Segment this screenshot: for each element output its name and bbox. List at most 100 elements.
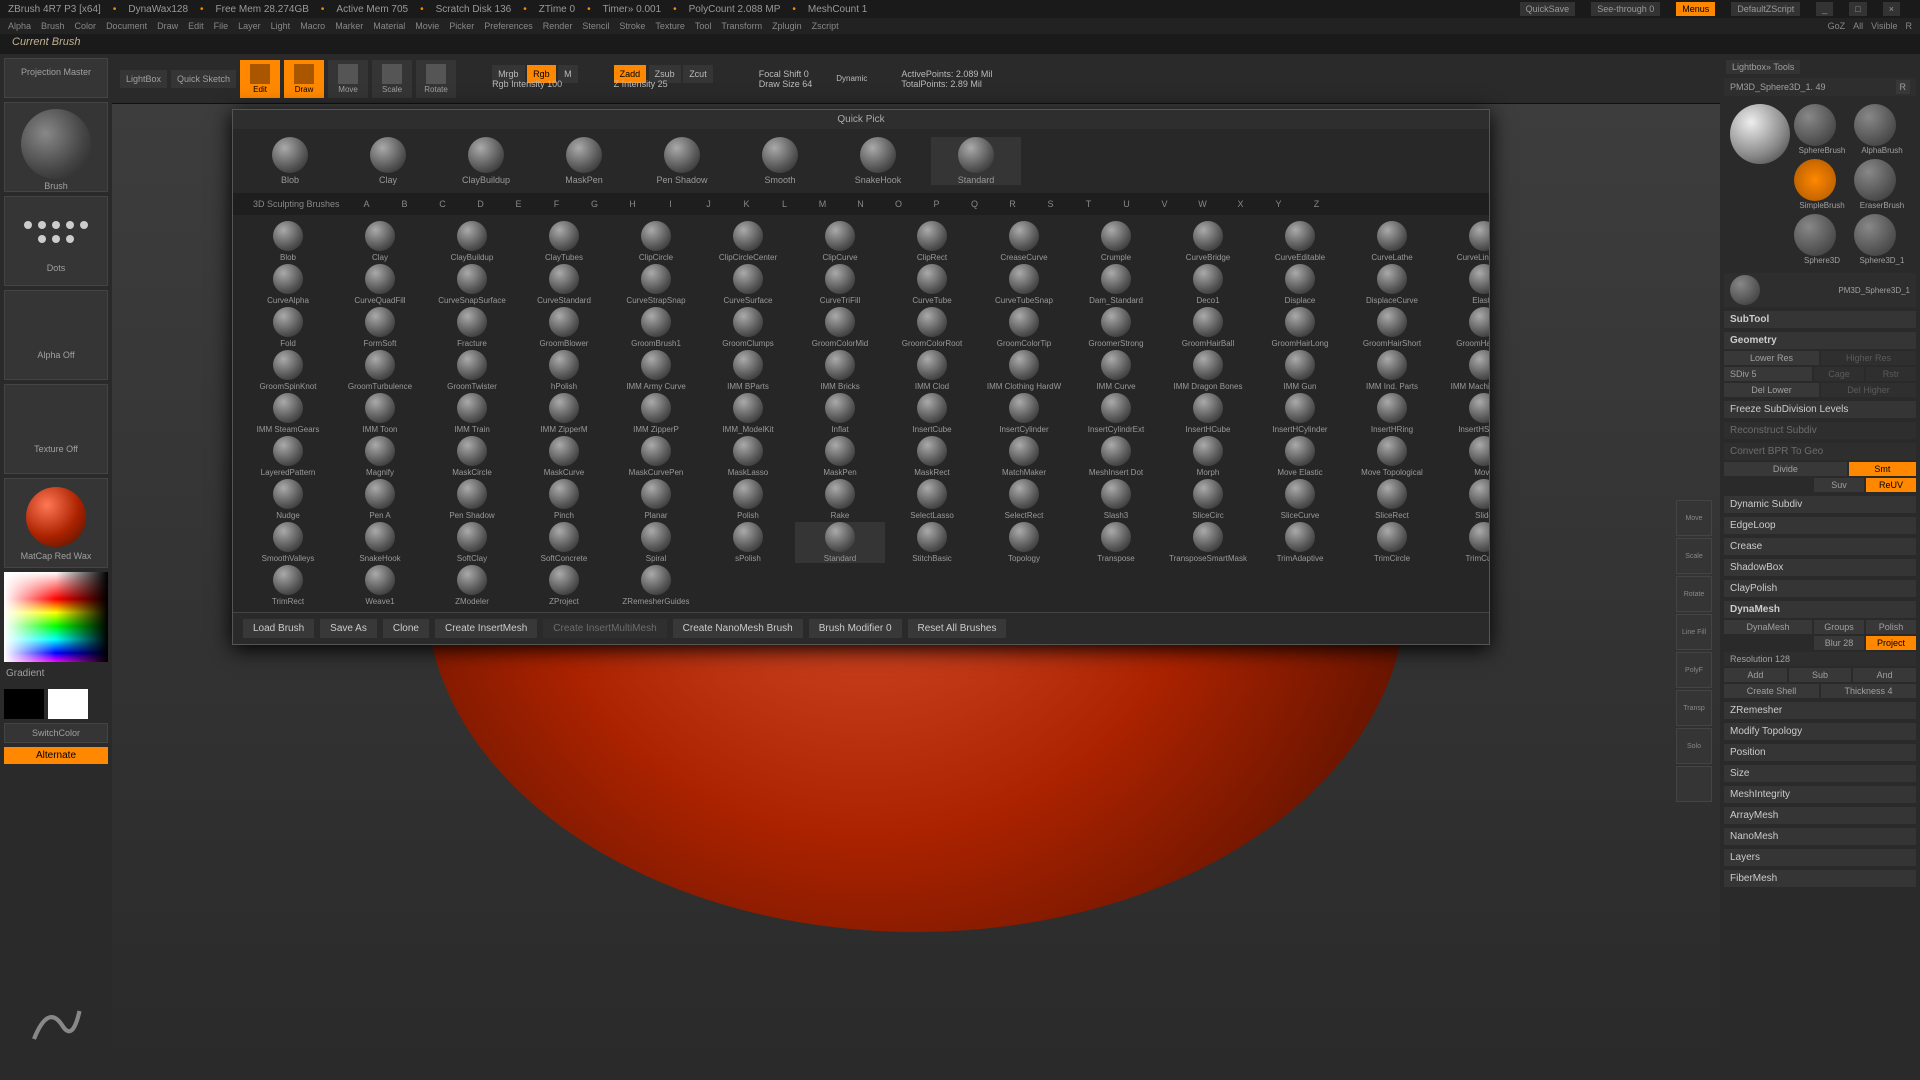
quickpick-brush[interactable]: Clay: [343, 137, 433, 185]
brush-item[interactable]: GroomerStrong: [1071, 307, 1161, 348]
smt-button[interactable]: Smt: [1849, 462, 1916, 476]
position-section[interactable]: Position: [1724, 744, 1916, 761]
alpha-letter[interactable]: H: [614, 195, 652, 213]
alpha-letter[interactable]: S: [1032, 195, 1070, 213]
menu-item[interactable]: Macro: [300, 21, 325, 31]
crease-section[interactable]: Crease: [1724, 538, 1916, 555]
brush-item[interactable]: Inflat: [795, 393, 885, 434]
alpha-letter[interactable]: X: [1222, 195, 1260, 213]
geometry-section[interactable]: Geometry: [1724, 332, 1916, 349]
brush-item[interactable]: MaskCircle: [427, 436, 517, 477]
brush-item[interactable]: Topology: [979, 522, 1069, 563]
tool-icon[interactable]: [1794, 214, 1836, 256]
brush-item[interactable]: SmoothValleys: [243, 522, 333, 563]
brush-item[interactable]: Dam_Standard: [1071, 264, 1161, 305]
projection-master-button[interactable]: Projection Master: [9, 63, 103, 93]
window-min-button[interactable]: _: [1816, 2, 1833, 16]
alpha-letter[interactable]: G: [576, 195, 614, 213]
menu-item[interactable]: Render: [543, 21, 573, 31]
edgeloop-section[interactable]: EdgeLoop: [1724, 517, 1916, 534]
fibermesh-section[interactable]: FiberMesh: [1724, 870, 1916, 887]
brush-item[interactable]: GroomSpinKnot: [243, 350, 333, 391]
brush-item[interactable]: Elastic: [1439, 264, 1489, 305]
menu-item[interactable]: Stroke: [619, 21, 645, 31]
texture-slot[interactable]: Texture Off: [4, 384, 108, 474]
brush-item[interactable]: GroomColorTip: [979, 307, 1069, 348]
brush-item[interactable]: Pen A: [335, 479, 425, 520]
alpha-letter[interactable]: L: [766, 195, 804, 213]
brush-item[interactable]: Blob: [243, 221, 333, 262]
menu-item[interactable]: Stencil: [582, 21, 609, 31]
quickpick-brush[interactable]: Pen Shadow: [637, 137, 727, 185]
quicksave-button[interactable]: QuickSave: [1520, 2, 1576, 16]
tool-icon[interactable]: [1854, 214, 1896, 256]
defaultzscript-button[interactable]: DefaultZScript: [1731, 2, 1800, 16]
tool-icon[interactable]: [1794, 159, 1836, 201]
menus-button[interactable]: Menus: [1676, 2, 1715, 16]
menu-item[interactable]: Document: [106, 21, 147, 31]
canvas-side-button[interactable]: Scale: [1676, 538, 1712, 574]
brush-item[interactable]: ClipCurve: [795, 221, 885, 262]
draw-size-slider[interactable]: Draw Size 64: [759, 79, 813, 89]
quickpick-brush[interactable]: Blob: [245, 137, 335, 185]
brush-item[interactable]: IMM Clothing HardW: [979, 350, 1069, 391]
brush-item[interactable]: Pinch: [519, 479, 609, 520]
brush-item[interactable]: CurveLathe: [1347, 221, 1437, 262]
brush-item[interactable]: ClipCircleCenter: [703, 221, 793, 262]
brush-item[interactable]: Fold: [243, 307, 333, 348]
brush-item[interactable]: Nudge: [243, 479, 333, 520]
brush-item[interactable]: Weave1: [335, 565, 425, 606]
brush-item[interactable]: Magnify: [335, 436, 425, 477]
brush-item[interactable]: MaskCurve: [519, 436, 609, 477]
menu-item[interactable]: Alpha: [8, 21, 31, 31]
brush-item[interactable]: TrimCircle: [1347, 522, 1437, 563]
alpha-letter[interactable]: N: [842, 195, 880, 213]
brush-item[interactable]: Move Elastic: [1255, 436, 1345, 477]
subtool-section[interactable]: SubTool: [1724, 311, 1916, 328]
brush-item[interactable]: ZModeler: [427, 565, 517, 606]
brush-item[interactable]: TrimAdaptive: [1255, 522, 1345, 563]
quickpick-brush[interactable]: Standard: [931, 137, 1021, 185]
nanomesh-section[interactable]: NanoMesh: [1724, 828, 1916, 845]
alpha-letter[interactable]: Z: [1298, 195, 1336, 213]
brush-item[interactable]: IMM MachineParts: [1439, 350, 1489, 391]
suv-button[interactable]: Suv: [1814, 478, 1864, 492]
brush-item[interactable]: CurveTriFill: [795, 264, 885, 305]
rotate-button[interactable]: Rotate: [416, 60, 456, 98]
polish-button[interactable]: Polish: [1866, 620, 1916, 634]
menu-item[interactable]: Zplugin: [772, 21, 802, 31]
brush-item[interactable]: Rake: [795, 479, 885, 520]
meshintegrity-section[interactable]: MeshIntegrity: [1724, 786, 1916, 803]
brush-item[interactable]: InsertCylinder: [979, 393, 1069, 434]
tool-icon[interactable]: [1854, 159, 1896, 201]
alternate-button[interactable]: Alternate: [4, 747, 108, 764]
menu-item[interactable]: Draw: [157, 21, 178, 31]
alpha-letter[interactable]: P: [918, 195, 956, 213]
brush-item[interactable]: MaskPen: [795, 436, 885, 477]
switchcolor-button[interactable]: SwitchColor: [4, 723, 108, 743]
arraymesh-section[interactable]: ArrayMesh: [1724, 807, 1916, 824]
brush-item[interactable]: GroomColorRoot: [887, 307, 977, 348]
sub-button[interactable]: Sub: [1789, 668, 1852, 682]
quickpick-brush[interactable]: ClayBuildup: [441, 137, 531, 185]
lightbox-tools-button[interactable]: Lightbox» Tools: [1726, 60, 1800, 74]
brush-item[interactable]: MaskCurvePen: [611, 436, 701, 477]
lower-res-button[interactable]: Lower Res: [1724, 351, 1819, 365]
alpha-letter[interactable]: Q: [956, 195, 994, 213]
brush-item[interactable]: IMM Dragon Bones: [1163, 350, 1253, 391]
brush-item[interactable]: CurveStandard: [519, 264, 609, 305]
zcut-button[interactable]: Zcut: [683, 65, 713, 83]
zremesher-section[interactable]: ZRemesher: [1724, 702, 1916, 719]
stroke-slot[interactable]: Dots: [4, 196, 108, 286]
size-section[interactable]: Size: [1724, 765, 1916, 782]
brush-item[interactable]: TransposeSmartMask: [1163, 522, 1253, 563]
brush-item[interactable]: IMM Curve: [1071, 350, 1161, 391]
cage-button[interactable]: Cage: [1814, 367, 1864, 381]
brush-item[interactable]: IMM Army Curve: [611, 350, 701, 391]
resolution-slider[interactable]: Resolution 128: [1724, 652, 1916, 666]
brush-item[interactable]: GroomClumps: [703, 307, 793, 348]
menu-item[interactable]: Marker: [335, 21, 363, 31]
brush-item[interactable]: Polish: [703, 479, 793, 520]
window-max-button[interactable]: □: [1849, 2, 1866, 16]
dynamesh-button[interactable]: DynaMesh: [1724, 620, 1812, 634]
